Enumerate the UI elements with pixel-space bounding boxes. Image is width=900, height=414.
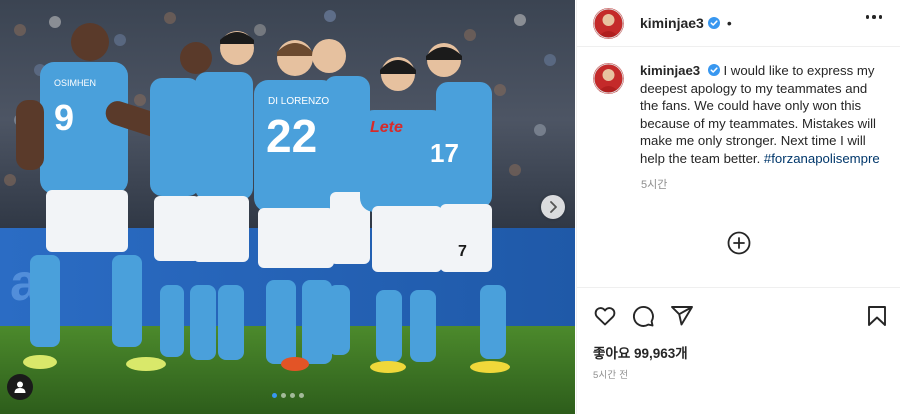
verified-badge-icon [707,17,720,29]
carousel-indicator [0,393,575,398]
avatar[interactable] [593,7,624,39]
load-more-comments-icon [727,231,751,255]
caption-block: kiminjae3 I would like to express my dee… [593,62,889,192]
carousel-dot [289,393,295,398]
team-photo: ar [0,0,575,414]
jersey-number-left: 9 [54,97,74,138]
carousel-dot [280,393,286,398]
carousel-dot [298,393,304,398]
jersey-number-right-b: 7 [458,243,467,260]
profile-picture [593,7,624,39]
jersey-number-center: 22 [266,110,317,162]
heart-icon[interactable] [593,304,617,328]
share-icon[interactable] [670,304,694,328]
more-options-icon[interactable] [865,15,882,19]
jersey-sponsor: Lete [370,119,403,136]
bookmark-icon[interactable] [865,304,889,328]
carousel-dot [271,393,277,398]
avatar[interactable] [593,63,624,94]
caption-time: 5시간 [641,178,668,191]
post-actions [577,287,900,337]
caption-username-link[interactable]: kiminjae3 [640,63,700,78]
post-side-panel: kiminjae3 • kiminjae3 I would like to ex… [576,0,900,414]
user-tag-icon [14,381,26,393]
likes-count[interactable]: 좋아요 99,963개 [593,342,688,362]
jersey-name-left: OSIMHEN [54,78,96,88]
post-header: kiminjae3 • [577,0,900,47]
carousel-next-button[interactable] [541,195,565,219]
username-link[interactable]: kiminjae3 [640,15,704,31]
jersey-name-center: DI LORENZO [268,96,329,107]
jersey-number-right-a: 17 [430,138,459,168]
chevron-right-icon [550,201,557,213]
load-more-comments-button[interactable] [727,231,751,255]
caption-text: kiminjae3 I would like to express my dee… [640,62,889,168]
verified-badge-icon [707,64,720,76]
profile-picture [593,63,624,94]
header-separator: • [726,15,732,31]
hashtag-link[interactable]: #forzanapolisempre [764,151,880,166]
post-media[interactable]: ar [0,0,575,414]
comment-icon[interactable] [631,304,655,328]
post-timestamp[interactable]: 5시간 전 [593,367,628,381]
